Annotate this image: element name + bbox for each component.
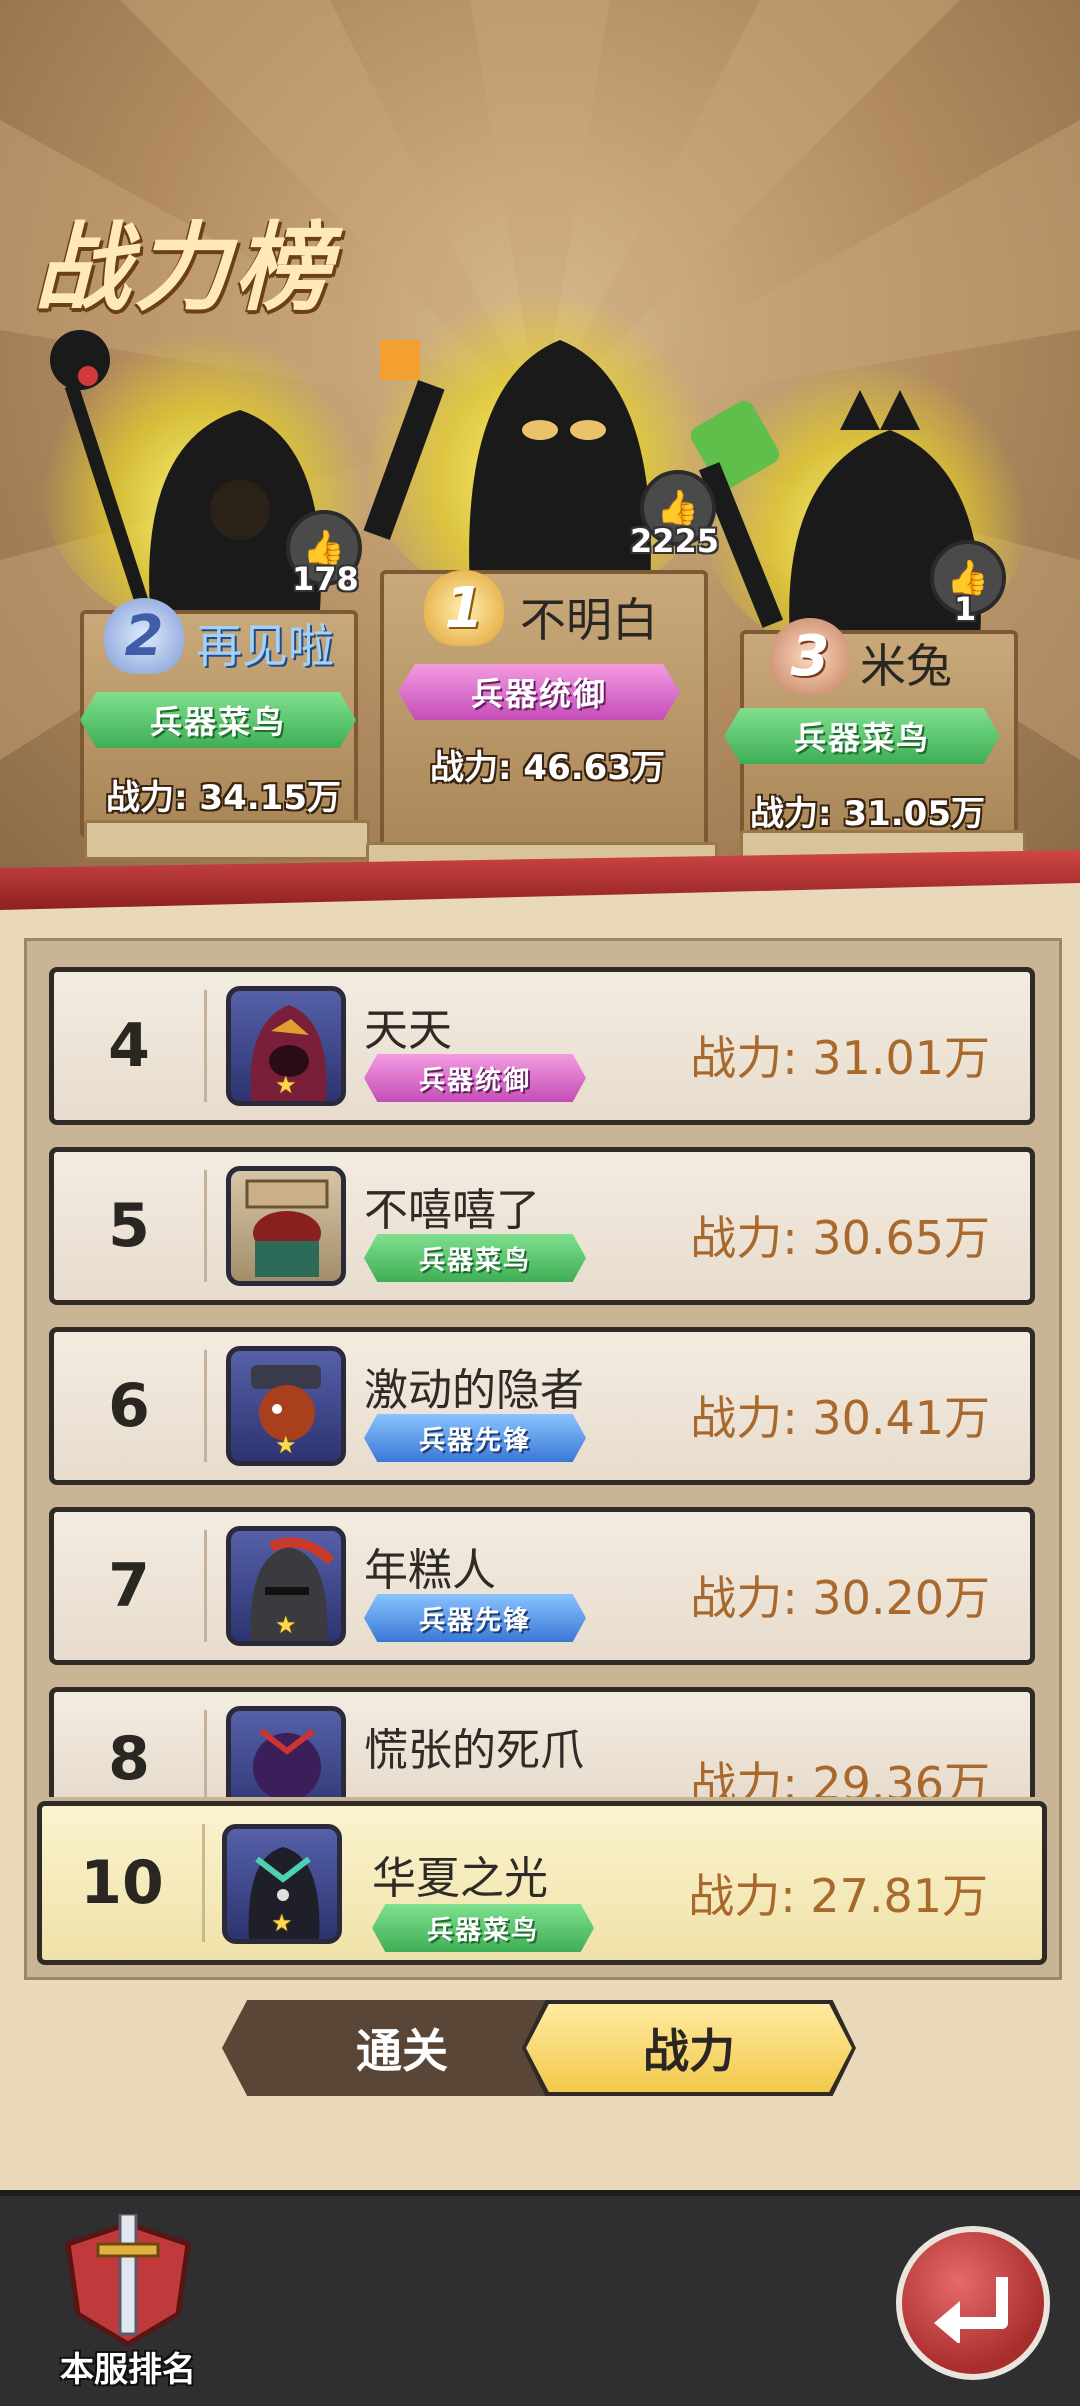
player-name: 不嘻嘻了 — [364, 1185, 540, 1236]
rank1-medal: 1 — [424, 570, 504, 646]
rank-number: 5 — [108, 1191, 150, 1261]
list-item[interactable]: 5 不嘻嘻了 兵器菜鸟 战力: 30.65万 — [49, 1147, 1035, 1305]
avatar[interactable] — [226, 1166, 346, 1286]
rank2-like-count: 178 — [292, 560, 359, 598]
rank2-power: 战力: 34.15万 — [106, 778, 341, 818]
rank3-like-count: 1 — [954, 590, 977, 628]
rank3-power: 战力: 31.05万 — [750, 794, 985, 834]
page-title: 战力榜 — [34, 212, 334, 324]
divider — [204, 1530, 207, 1642]
rank2-player-name: 再见啦 — [196, 619, 334, 673]
avatar[interactable] — [226, 1706, 346, 1797]
rank-number: 8 — [108, 1724, 150, 1794]
rank-number: 4 — [108, 1011, 150, 1081]
list-item[interactable]: 7 ★ 年糕人 兵器先锋 战力: 30.20万 — [49, 1507, 1035, 1665]
rank3-title-ribbon: 兵器菜鸟 — [724, 708, 1000, 764]
server-rank-button[interactable]: 本服排名 — [38, 2212, 218, 2390]
power-value: 战力: 30.20万 — [690, 1571, 990, 1625]
star-icon: ★ — [275, 1611, 297, 1639]
title-ribbon: 兵器统御 — [364, 1054, 586, 1102]
masked-hero-portrait — [245, 1179, 329, 1277]
avatar[interactable]: ★ — [226, 1346, 346, 1466]
rank2-title-ribbon: 兵器菜鸟 — [80, 692, 356, 748]
title-ribbon: 兵器菜鸟 — [364, 1234, 586, 1282]
list-item[interactable]: 6 ★ 激动的隐者 兵器先锋 战力: 30.41万 — [49, 1327, 1035, 1485]
rank-number: 6 — [108, 1371, 150, 1441]
my-player-name: 华夏之光 — [372, 1853, 548, 1904]
back-button[interactable] — [896, 2226, 1050, 2380]
return-arrow-icon — [934, 2277, 1008, 2343]
ranking-list-panel[interactable]: 4 ★ 天天 兵器统御 战力: 31.01万 5 不嘻嘻了 兵器菜鸟 战力: 3… — [24, 938, 1062, 1980]
power-value: 战力: 29.36万 — [690, 1757, 990, 1797]
power-value: 战力: 30.41万 — [690, 1391, 990, 1445]
rank2-pedestal-base — [84, 820, 370, 860]
tab-power[interactable]: 战力 — [522, 2000, 856, 2096]
star-icon: ★ — [275, 1431, 297, 1459]
my-title-ribbon: 兵器菜鸟 — [372, 1904, 594, 1952]
player-name: 激动的隐者 — [364, 1365, 584, 1416]
divider — [204, 1710, 207, 1797]
rank3-medal: 3 — [770, 618, 850, 694]
player-name: 年糕人 — [364, 1545, 496, 1596]
player-name: 慌张的死爪 — [364, 1725, 584, 1776]
rank1-player-name: 不明白 — [520, 593, 658, 647]
rank-number: 7 — [108, 1551, 150, 1621]
sword-shield-icon — [65, 2212, 191, 2347]
my-power-value: 战力: 27.81万 — [688, 1869, 988, 1923]
rank3-player-name: 米兔 — [860, 639, 952, 693]
star-icon: ★ — [271, 1909, 293, 1937]
power-value: 战力: 30.65万 — [690, 1211, 990, 1265]
rank1-title-ribbon: 兵器统御 — [398, 664, 680, 720]
deathclaw-hero-portrait — [253, 1728, 321, 1797]
rank1-power: 战力: 46.63万 — [430, 748, 665, 788]
server-rank-label: 本服排名 — [60, 2350, 196, 2390]
power-value: 战力: 31.01万 — [690, 1031, 990, 1085]
title-ribbon: 兵器先锋 — [364, 1414, 586, 1462]
divider — [204, 1350, 207, 1462]
avatar[interactable]: ★ — [226, 986, 346, 1106]
my-avatar[interactable]: ★ — [222, 1824, 342, 1944]
tab-power-label: 战力 — [526, 2004, 852, 2092]
star-icon: ★ — [275, 1071, 297, 1099]
avatar[interactable]: ★ — [226, 1526, 346, 1646]
my-rank-row[interactable]: 10 ★ 华夏之光 兵器菜鸟 战力: 27.81万 — [37, 1801, 1047, 1965]
list-item[interactable]: 8 慌张的死爪 战力: 29.36万 — [49, 1687, 1035, 1797]
title-ribbon: 兵器先锋 — [364, 1594, 586, 1642]
list-item[interactable]: 4 ★ 天天 兵器统御 战力: 31.01万 — [49, 967, 1035, 1125]
rank1-like-count: 2225 — [630, 522, 720, 560]
divider — [202, 1824, 205, 1942]
player-name: 天天 — [364, 1005, 452, 1056]
divider — [204, 1170, 207, 1282]
rank2-medal: 2 — [104, 598, 184, 674]
divider — [204, 990, 207, 1102]
my-rank-number: 10 — [80, 1848, 164, 1918]
